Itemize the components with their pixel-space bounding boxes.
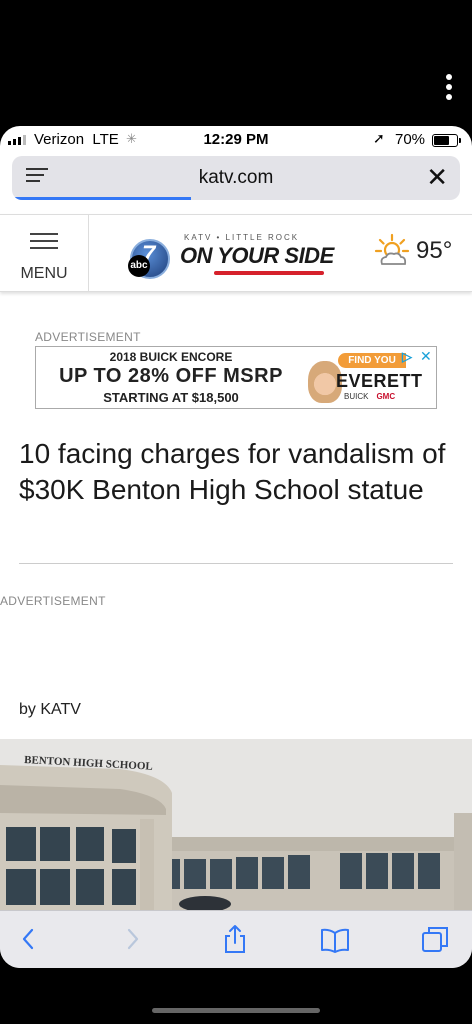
phone-screen: Verizon LTE ✳ 12:29 PM ➚ 70% katv.com ✕ … — [0, 126, 472, 968]
status-bar: Verizon LTE ✳ 12:29 PM ➚ 70% — [0, 126, 472, 156]
logo-tagline: KATV • LITTLE ROCK — [184, 233, 300, 242]
logo-text: ON YOUR SIDE — [180, 243, 334, 268]
school-building-photo: BENTON HIGH SCHOOL — [0, 739, 472, 911]
divider — [19, 563, 453, 564]
menu-label: MENU — [20, 265, 68, 282]
battery-percent: 70% — [395, 131, 426, 148]
article-byline: by KATV — [19, 701, 81, 718]
ad-line-2: UP TO 28% OFF MSRP — [59, 365, 283, 387]
hamburger-icon — [30, 233, 58, 254]
stop-loading-icon[interactable]: ✕ — [426, 162, 448, 192]
page-load-progress — [12, 197, 192, 200]
share-icon[interactable] — [220, 924, 250, 954]
adchoices-icon[interactable]: ▷ — [402, 349, 412, 365]
partly-sunny-icon — [374, 233, 410, 265]
bookmarks-icon[interactable] — [320, 924, 350, 954]
ad-line-1: 2018 BUICK ENCORE — [109, 350, 233, 364]
katv-logo[interactable]: 7 abc KATV • LITTLE ROCK ON YOUR SIDE — [128, 233, 334, 281]
more-options-icon[interactable] — [446, 74, 452, 104]
banner-ad[interactable]: 2018 BUICK ENCORE UP TO 28% OFF MSRP STA… — [35, 346, 437, 409]
ad-line-3: STARTING AT $18,500 — [103, 390, 239, 405]
location-arrow-icon: ➚ — [373, 130, 385, 146]
url-text[interactable]: katv.com — [12, 167, 460, 189]
site-header: MENU 7 abc KATV • LITTLE ROCK ON YOUR SI… — [0, 214, 472, 292]
abc-logo: abc — [128, 255, 150, 277]
ad-brand-gmc: GMC — [376, 392, 396, 401]
address-bar[interactable]: katv.com ✕ — [12, 156, 460, 200]
home-indicator[interactable] — [152, 1008, 320, 1013]
article-headline: 10 facing charges for vandalism of $30K … — [19, 438, 446, 505]
ad-dealer-name: EVERETT — [336, 371, 423, 391]
forward-icon[interactable] — [118, 924, 148, 954]
browser-toolbar — [0, 910, 472, 968]
article-hero-image[interactable]: BENTON HIGH SCHOOL — [0, 739, 472, 911]
temperature: 95° — [416, 237, 453, 264]
ad-brand-buick: BUICK — [344, 392, 369, 401]
back-icon[interactable] — [14, 924, 44, 954]
ad-close-icon[interactable]: ✕ — [420, 348, 432, 365]
logo-swoosh — [214, 271, 324, 275]
advertisement-label-2: ADVERTISEMENT — [0, 594, 106, 608]
tabs-icon[interactable] — [420, 924, 450, 954]
ad-cta-button[interactable]: FIND YOU — [338, 353, 406, 368]
advertisement-label: ADVERTISEMENT — [35, 330, 141, 344]
battery-icon — [432, 134, 461, 147]
menu-button[interactable]: MENU — [0, 215, 89, 291]
ad-brand-logos: BUICK GMC — [344, 392, 395, 401]
